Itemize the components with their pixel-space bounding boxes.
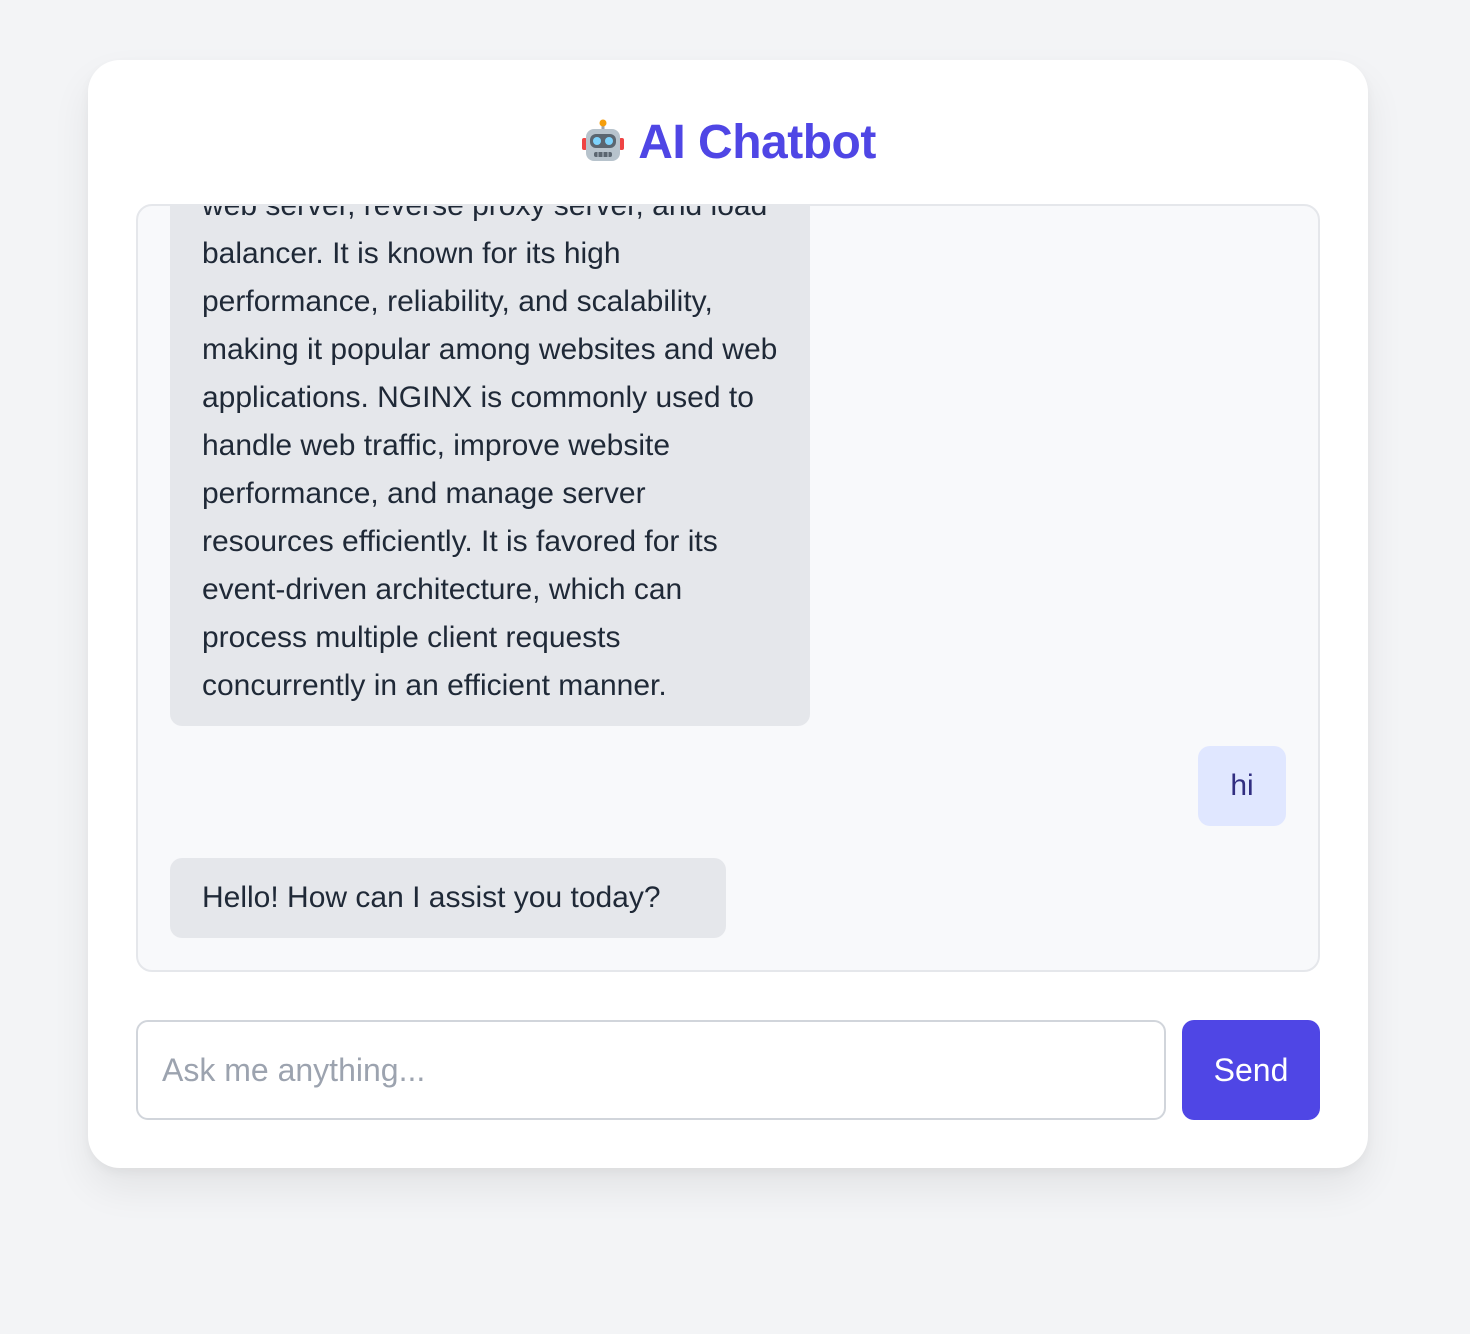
send-button[interactable]: Send: [1182, 1020, 1320, 1120]
page-title: AI Chatbot: [88, 112, 1368, 172]
bot-message: NGINX is a high-performance open-source …: [170, 206, 810, 726]
user-message: hi: [1198, 746, 1286, 826]
chat-window[interactable]: NGINX is a high-performance open-source …: [136, 204, 1320, 972]
app-title: AI Chatbot: [638, 115, 876, 169]
input-row: Send: [136, 1020, 1320, 1120]
chat-input[interactable]: [136, 1020, 1166, 1120]
bot-message: Hello! How can I assist you today?: [170, 858, 726, 938]
robot-icon: [582, 119, 625, 161]
chatbot-card: AI Chatbot NGINX is a high-performance o…: [88, 60, 1368, 1168]
